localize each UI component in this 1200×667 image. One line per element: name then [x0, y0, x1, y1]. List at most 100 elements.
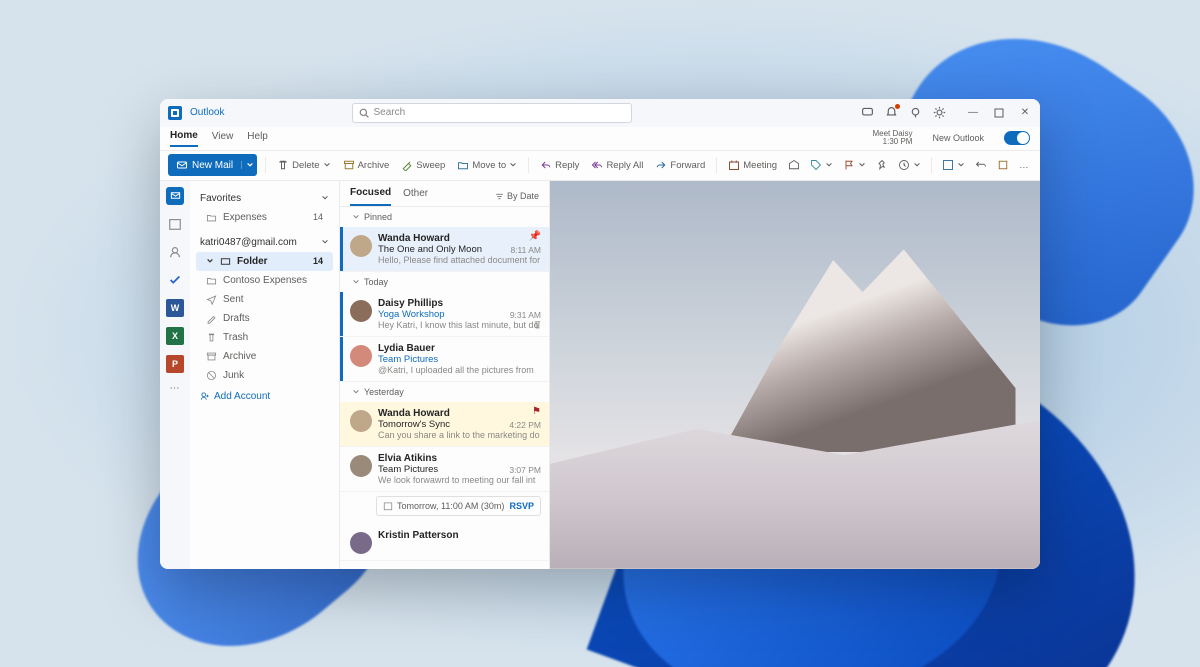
tab-home[interactable]: Home [170, 130, 198, 147]
group-today[interactable]: Today [340, 272, 549, 292]
meet-time: 1:30 PM [872, 138, 912, 146]
sidebar-item-trash[interactable]: Trash [196, 328, 333, 347]
chevron-down-icon [321, 238, 329, 246]
notifications-icon[interactable] [884, 106, 898, 120]
tab-help[interactable]: Help [247, 131, 268, 146]
undo-button[interactable] [973, 159, 989, 171]
delete-hover-icon[interactable] [532, 319, 543, 330]
search-input[interactable]: Search [352, 103, 632, 123]
sidebar-item-junk[interactable]: Junk [196, 366, 333, 385]
sent-icon [206, 294, 217, 305]
menu-tabs: Home View Help Meet Daisy 1:30 PM New Ou… [160, 127, 1040, 151]
delete-button[interactable]: Delete [274, 159, 333, 171]
rail-people[interactable] [166, 243, 184, 261]
sweep-button[interactable]: Sweep [398, 159, 448, 171]
add-account-button[interactable]: Add Account [196, 385, 333, 408]
rail-calendar[interactable] [166, 215, 184, 233]
pin-icon: 📌 [529, 231, 541, 242]
message-item[interactable]: Elvia Atikins Team Pictures We look forw… [340, 447, 549, 492]
trash-icon [206, 332, 217, 343]
new-mail-label: New Mail [192, 160, 233, 171]
new-mail-button[interactable]: New Mail [168, 154, 257, 176]
more-button[interactable]: … [1017, 160, 1031, 171]
avatar [350, 300, 372, 322]
new-outlook-toggle[interactable] [1004, 131, 1030, 145]
sort-button[interactable]: By Date [495, 191, 539, 201]
account-header[interactable]: katri0487@gmail.com [196, 233, 333, 252]
archive-icon [343, 159, 355, 171]
close-button[interactable]: ✕ [1018, 106, 1032, 120]
message-item[interactable]: Kristin Patterson [340, 524, 549, 561]
meeting-button[interactable]: Meeting [725, 159, 780, 171]
read-unread-button[interactable] [786, 159, 802, 171]
reply-all-button[interactable]: Reply All [588, 159, 646, 171]
archive-icon [206, 351, 217, 362]
outlook-window: Outlook Search — ✕ Home View Help Meet D… [160, 99, 1040, 569]
delete-icon [277, 159, 289, 171]
sidebar-item-archive[interactable]: Archive [196, 347, 333, 366]
addins-button[interactable] [995, 159, 1011, 171]
rail-mail[interactable] [166, 187, 184, 205]
addins-icon [997, 159, 1009, 171]
favorites-header[interactable]: Favorites [196, 189, 333, 208]
rsvp-bar[interactable]: Tomorrow, 11:00 AM (30m) RSVP [376, 496, 541, 516]
new-mail-dropdown[interactable] [241, 161, 257, 169]
minimize-button[interactable]: — [966, 106, 980, 120]
snooze-button[interactable] [896, 159, 923, 171]
reply-button[interactable]: Reply [537, 159, 582, 171]
tag-button[interactable] [808, 159, 835, 171]
chevron-down-icon [323, 161, 331, 169]
sidebar-item-contoso[interactable]: Contoso Expenses [196, 271, 333, 290]
avatar [350, 235, 372, 257]
rail-powerpoint[interactable]: P [166, 355, 184, 373]
message-item[interactable]: Daisy Phillips Yoga Workshop Hey Katri, … [340, 292, 549, 337]
rsvp-button[interactable]: RSVP [509, 501, 534, 511]
archive-button[interactable]: Archive [340, 159, 393, 171]
message-item[interactable]: Lydia Bauer Team Pictures @Katri, I uplo… [340, 337, 549, 382]
new-outlook-label: New Outlook [932, 133, 984, 143]
message-item[interactable]: Wanda Howard The One and Only Moon Hello… [340, 227, 549, 272]
pin-button[interactable] [874, 159, 890, 171]
maximize-button[interactable] [992, 106, 1006, 120]
mail-icon [176, 159, 188, 171]
chevron-down-icon [321, 194, 329, 202]
rail-excel[interactable]: X [166, 327, 184, 345]
rail-more[interactable]: ⋯ [170, 383, 181, 394]
tab-view[interactable]: View [212, 131, 234, 146]
background-mountain [722, 239, 1016, 452]
sidebar-item-expenses[interactable]: Expenses 14 [196, 208, 333, 227]
tips-icon[interactable] [908, 106, 922, 120]
group-yesterday[interactable]: Yesterday [340, 382, 549, 402]
avatar [350, 532, 372, 554]
junk-icon [206, 370, 217, 381]
sidebar-item-drafts[interactable]: Drafts [196, 309, 333, 328]
drafts-icon [206, 313, 217, 324]
meet-info[interactable]: Meet Daisy 1:30 PM [872, 130, 912, 146]
message-item[interactable]: Wanda Howard Tomorrow's Sync Can you sha… [340, 402, 549, 447]
tab-other[interactable]: Other [403, 188, 428, 205]
settings-icon[interactable] [932, 106, 946, 120]
ribbon: New Mail Delete Archive Sweep Move to Re… [160, 151, 1040, 181]
forward-icon [655, 159, 667, 171]
quick-steps-button[interactable] [940, 159, 967, 171]
filter-icon [495, 192, 504, 201]
chevron-down-icon [509, 161, 517, 169]
sidebar-item-folder[interactable]: Folder 14 [196, 252, 333, 271]
chat-icon[interactable] [860, 106, 874, 120]
sidebar-item-sent[interactable]: Sent [196, 290, 333, 309]
person-add-icon [200, 391, 210, 401]
search-placeholder: Search [373, 107, 405, 118]
search-icon [359, 108, 369, 118]
meeting-icon [728, 159, 740, 171]
group-pinned[interactable]: Pinned [340, 207, 549, 227]
sweep-icon [401, 159, 413, 171]
tab-focused[interactable]: Focused [350, 187, 391, 206]
rail-word[interactable]: W [166, 299, 184, 317]
flag-button[interactable] [841, 159, 868, 171]
titlebar: Outlook Search — ✕ [160, 99, 1040, 127]
folder-sidebar: Favorites Expenses 14 katri0487@gmail.co… [190, 181, 340, 569]
avatar [350, 455, 372, 477]
forward-button[interactable]: Forward [652, 159, 708, 171]
rail-todo[interactable] [166, 271, 184, 289]
move-to-button[interactable]: Move to [454, 159, 520, 171]
